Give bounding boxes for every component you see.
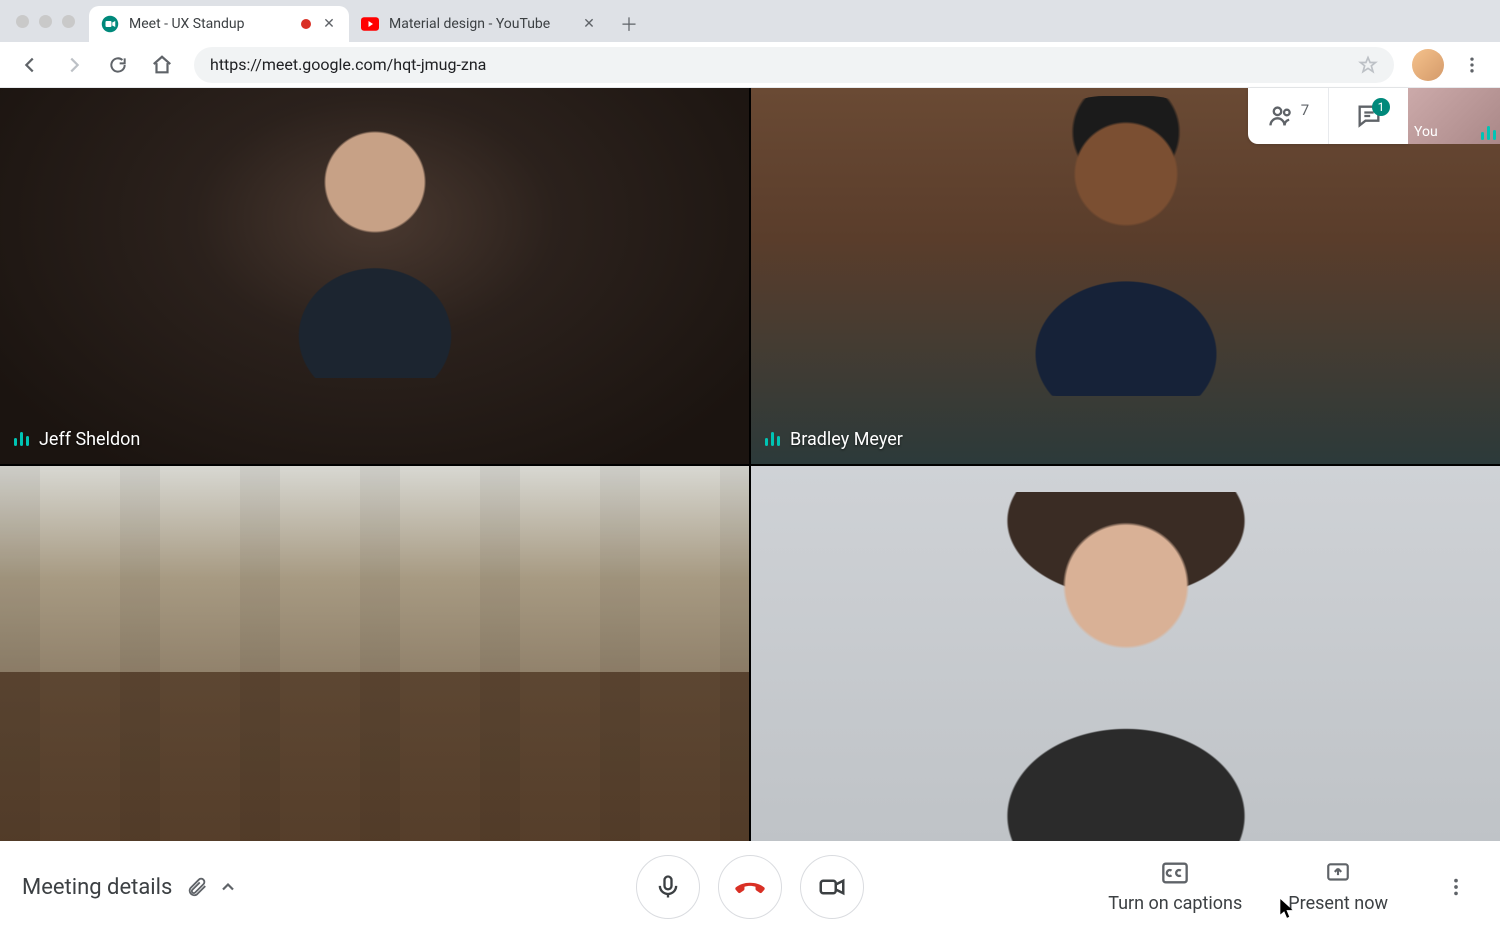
chat-button[interactable]: 1: [1328, 88, 1408, 144]
captions-button[interactable]: Turn on captions: [1108, 861, 1242, 914]
participant-video-placeholder: [0, 88, 749, 464]
tab-close-button[interactable]: ✕: [581, 16, 597, 32]
participant-name: Bradley Meyer: [790, 429, 903, 450]
tab-close-button[interactable]: ✕: [321, 16, 337, 32]
video-tile[interactable]: [751, 466, 1500, 842]
call-controls: [636, 855, 864, 919]
window-title-bar: Meet - UX Standup ✕ Material design - Yo…: [0, 0, 1500, 42]
window-maximize-button[interactable]: [62, 15, 75, 28]
video-tile[interactable]: [0, 466, 749, 842]
tab-title: Material design - YouTube: [389, 16, 571, 32]
present-icon: [1325, 861, 1351, 885]
new-tab-button[interactable]: ＋: [615, 10, 643, 38]
home-button[interactable]: [142, 45, 182, 85]
participant-name-chip: Bradley Meyer: [765, 429, 903, 450]
captions-label: Turn on captions: [1108, 893, 1242, 914]
url-text: https://meet.google.com/hqt-jmug-zna: [210, 55, 486, 74]
participant-video-placeholder: [751, 466, 1500, 842]
present-label: Present now: [1288, 893, 1388, 914]
window-traffic-lights: [8, 0, 89, 42]
browser-tab-meet[interactable]: Meet - UX Standup ✕: [89, 6, 349, 42]
participant-name: Jeff Sheldon: [39, 429, 140, 450]
participants-count: 7: [1301, 101, 1309, 119]
youtube-favicon-icon: [361, 15, 379, 33]
participant-video-placeholder: [0, 466, 749, 842]
right-actions: Turn on captions Present now: [1108, 861, 1478, 914]
hangup-button[interactable]: [718, 855, 782, 919]
back-button[interactable]: [10, 45, 50, 85]
chat-badge: 1: [1372, 98, 1390, 116]
microphone-button[interactable]: [636, 855, 700, 919]
meet-app: Jeff Sheldon Bradley Meyer 7 1: [0, 88, 1500, 933]
video-tile[interactable]: Bradley Meyer: [751, 88, 1500, 464]
self-view-thumbnail[interactable]: You: [1408, 88, 1500, 144]
speaking-indicator-icon: [765, 432, 780, 446]
camera-button[interactable]: [800, 855, 864, 919]
more-options-button[interactable]: [1434, 865, 1478, 909]
video-tile[interactable]: Jeff Sheldon: [0, 88, 749, 464]
recording-indicator-icon: [301, 19, 311, 29]
chevron-up-icon: [218, 877, 238, 897]
meet-pill-group: 7 1: [1248, 88, 1408, 144]
bookmark-star-icon[interactable]: [1358, 55, 1378, 75]
video-grid: Jeff Sheldon Bradley Meyer: [0, 88, 1500, 841]
self-view-label: You: [1414, 124, 1438, 140]
participants-button[interactable]: 7: [1248, 88, 1328, 144]
browser-tabs: Meet - UX Standup ✕ Material design - Yo…: [89, 0, 643, 42]
browser-menu-button[interactable]: [1454, 47, 1490, 83]
participant-name-chip: Jeff Sheldon: [14, 429, 140, 450]
window-minimize-button[interactable]: [39, 15, 52, 28]
meeting-details-label: Meeting details: [22, 875, 172, 900]
meet-top-controls: 7 1 You: [1248, 88, 1500, 144]
forward-button[interactable]: [54, 45, 94, 85]
meet-bottom-bar: Meeting details Turn on captions: [0, 841, 1500, 933]
attachment-icon: [186, 876, 208, 898]
address-bar[interactable]: https://meet.google.com/hqt-jmug-zna: [194, 47, 1394, 83]
tab-title: Meet - UX Standup: [129, 16, 291, 32]
reload-button[interactable]: [98, 45, 138, 85]
more-vertical-icon: [1445, 876, 1467, 898]
profile-avatar-button[interactable]: [1412, 49, 1444, 81]
present-button[interactable]: Present now: [1288, 861, 1388, 914]
captions-icon: [1161, 861, 1189, 885]
participant-video-placeholder: [751, 88, 1500, 464]
speaking-indicator-icon: [14, 432, 29, 446]
meet-favicon-icon: [101, 15, 119, 33]
meeting-details-icons: [186, 876, 238, 898]
browser-tab-youtube[interactable]: Material design - YouTube ✕: [349, 6, 609, 42]
speaking-indicator-icon: [1481, 126, 1496, 140]
browser-chrome: Meet - UX Standup ✕ Material design - Yo…: [0, 0, 1500, 88]
meeting-details-button[interactable]: Meeting details: [22, 875, 238, 900]
window-close-button[interactable]: [16, 15, 29, 28]
browser-toolbar: https://meet.google.com/hqt-jmug-zna: [0, 42, 1500, 88]
